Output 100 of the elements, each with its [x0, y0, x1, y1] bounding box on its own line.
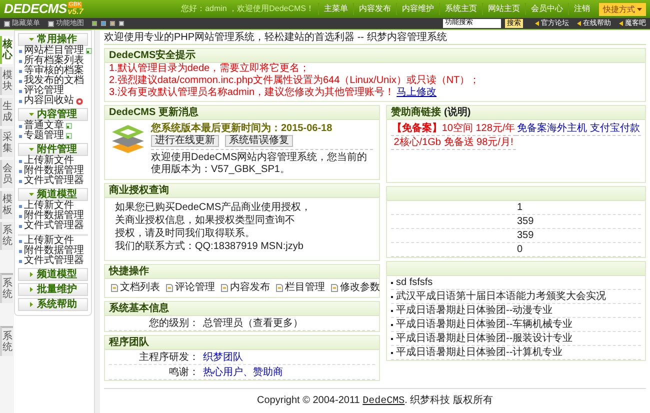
- version-label: v5.7: [68, 8, 84, 16]
- news-link[interactable]: 平成日语暑期赴日体验团--车辆机械专业: [391, 317, 573, 332]
- menu-item[interactable]: 上传新文件: [18, 236, 88, 246]
- menu-section-header[interactable]: 常用操作: [18, 33, 88, 46]
- side-tab[interactable]: 采集: [0, 129, 13, 157]
- copyright-text: Copyright © 2004-2011 DedeCMS. 织梦科技 版权所有: [257, 394, 493, 409]
- dedecms-link[interactable]: DedeCMS: [362, 396, 405, 407]
- menu-item[interactable]: 附件数据管理: [18, 166, 88, 176]
- panel-title: 快捷操作: [109, 264, 149, 279]
- info-link[interactable]: 织梦团队: [203, 350, 243, 364]
- expanded-caret-icon: [29, 147, 34, 152]
- sponsor-link[interactable]: 2核心/1Gb 免备送 98元/月!: [394, 135, 514, 150]
- bullet-icon: [19, 160, 22, 162]
- menu-item[interactable]: 等审核的档案: [18, 66, 88, 76]
- menu-item[interactable]: 专题管理: [18, 131, 88, 141]
- info-value: 总管理员（查看更多）: [203, 316, 303, 330]
- side-tab[interactable]: 会员: [0, 160, 13, 188]
- quick-link[interactable]: 内容发布: [221, 282, 270, 294]
- menu-section-header[interactable]: 频道模型: [18, 268, 88, 281]
- info-link[interactable]: 热心用户、赞助商: [203, 364, 283, 380]
- info-label: 主程序研发：: [138, 350, 199, 364]
- add-icon: [66, 123, 72, 129]
- panel-icon: [4, 20, 10, 26]
- license-text: 关商业授权信息，如果授权类型同查询不: [115, 214, 296, 227]
- shortcut-dropdown[interactable]: 快捷方式: [599, 2, 646, 16]
- recycle-icon: [76, 98, 83, 104]
- menu-item[interactable]: 附件数据管理: [18, 211, 88, 221]
- skin-swatch[interactable]: [101, 21, 106, 26]
- panel-title: 赞助商链接: [391, 105, 441, 120]
- news-link[interactable]: 平成日语暑期赴日体验团--计算机专业: [391, 345, 563, 360]
- quick-link[interactable]: 栏目管理: [276, 282, 325, 294]
- side-tab[interactable]: 系统: [0, 222, 13, 250]
- menu-item[interactable]: 附件数据管理: [18, 246, 88, 256]
- menu-section-header[interactable]: 频道模型: [18, 188, 88, 201]
- menu-item[interactable]: 所有档案列表: [18, 56, 88, 66]
- document-icon: [276, 284, 283, 292]
- document-icon: [331, 284, 338, 292]
- menu-item[interactable]: 普通文章: [18, 121, 88, 131]
- update-heading: 您系统版本最后更新时间为：2015-06-18: [151, 123, 334, 134]
- menu-item[interactable]: 网站栏目管理: [18, 46, 88, 56]
- menu-item[interactable]: 文件式管理器: [18, 176, 88, 186]
- quick-link[interactable]: 评论管理: [166, 282, 215, 294]
- bullet-icon: [19, 60, 22, 62]
- sponsor-link[interactable]: 10空间 128元/年: [442, 121, 516, 136]
- scrollbar[interactable]: [94, 30, 100, 413]
- bullet-icon: [19, 170, 22, 172]
- menu-item[interactable]: 文件式管理器: [18, 221, 88, 231]
- add-icon: [66, 133, 72, 139]
- sponsor-link[interactable]: 【免备案】: [392, 121, 442, 136]
- collapsed-caret-icon: [29, 302, 34, 307]
- welcome-text: 欢迎使用专业的PHP网站管理系统，轻松建站的首选利器 -- 织梦内容管理系统: [104, 30, 646, 45]
- news-link[interactable]: 平成日语暑期赴日体验团--动漫专业: [391, 303, 553, 318]
- side-tab[interactable]: 生成: [0, 98, 13, 126]
- update-button[interactable]: 进行在线更新: [151, 135, 219, 147]
- skin-swatch[interactable]: [119, 21, 124, 26]
- warning-text: 2.强烈建议data/common.inc.php文件属性设置为644（Linux/Unix）或只读（NT）；: [109, 75, 481, 86]
- quick-link[interactable]: 修改参数: [331, 282, 380, 294]
- bullet-icon: [19, 90, 22, 92]
- stat-value: 359: [517, 229, 534, 243]
- menu-item[interactable]: 上传新文件: [18, 156, 88, 166]
- logo: DEDECMS: [4, 2, 67, 16]
- warning-text: 3.没有更改默认管理员名称admin，建议您修改为其他管理账号！ 马上修改: [109, 87, 438, 99]
- expanded-caret-icon: [29, 192, 34, 197]
- menu-item[interactable]: 评论管理: [18, 86, 88, 96]
- skin-swatch[interactable]: [110, 21, 115, 26]
- side-tab[interactable]: 模板: [0, 191, 13, 219]
- side-tab[interactable]: 系统: [0, 326, 13, 356]
- warning-text: 1.默认管理目录为dede，需要立即将它更名；: [109, 63, 311, 74]
- menu-item[interactable]: 文件式管理器: [18, 256, 88, 266]
- panel-icon: [48, 20, 54, 26]
- bullet-icon: [19, 250, 22, 252]
- sponsor-link[interactable]: 免备案海外主机 支付宝付款: [517, 121, 640, 136]
- side-tab[interactable]: 系统: [0, 273, 13, 303]
- side-tab[interactable]: 模块: [0, 67, 13, 95]
- update-button[interactable]: 系统错误修复: [225, 135, 293, 147]
- bullet-icon: [19, 260, 22, 262]
- panel-title: DedeCMS 更新消息: [109, 105, 198, 120]
- quick-link[interactable]: 文档列表: [111, 282, 160, 294]
- news-link[interactable]: 武汉平成日语第十届日本语能力考颁奖大会实况: [391, 289, 606, 304]
- skin-swatch[interactable]: [92, 21, 97, 26]
- panel-title: 系统基本信息: [109, 302, 169, 316]
- news-link[interactable]: 平成日语暑期赴日体验团--服装设计专业: [391, 331, 573, 346]
- menu-section-header[interactable]: 系统帮助: [18, 298, 88, 311]
- menu-section-header[interactable]: 内容管理: [18, 108, 88, 121]
- side-tab[interactable]: 核心: [0, 36, 13, 64]
- info-label: 您的级别：: [148, 316, 199, 330]
- greeting-text: 您好：admin ，欢迎使用DedeCMS！: [181, 3, 314, 15]
- bullet-icon: [19, 80, 22, 82]
- panel-title: 程序团队: [109, 335, 149, 350]
- menu-item[interactable]: 内容回收站: [18, 96, 88, 106]
- stat-value: 1: [517, 201, 523, 215]
- menu-section-header[interactable]: 附件管理: [18, 143, 88, 156]
- bullet-icon: [19, 50, 22, 52]
- fix-link[interactable]: 马上修改: [396, 87, 437, 98]
- bullet-icon: [19, 204, 22, 208]
- menu-item[interactable]: 我发布的文档: [18, 76, 88, 86]
- document-icon: [166, 284, 173, 292]
- menu-section-header[interactable]: 批量维护: [18, 283, 88, 296]
- menu-item[interactable]: 上传新文件: [18, 201, 88, 211]
- news-link[interactable]: sd fsfsfs: [391, 275, 433, 290]
